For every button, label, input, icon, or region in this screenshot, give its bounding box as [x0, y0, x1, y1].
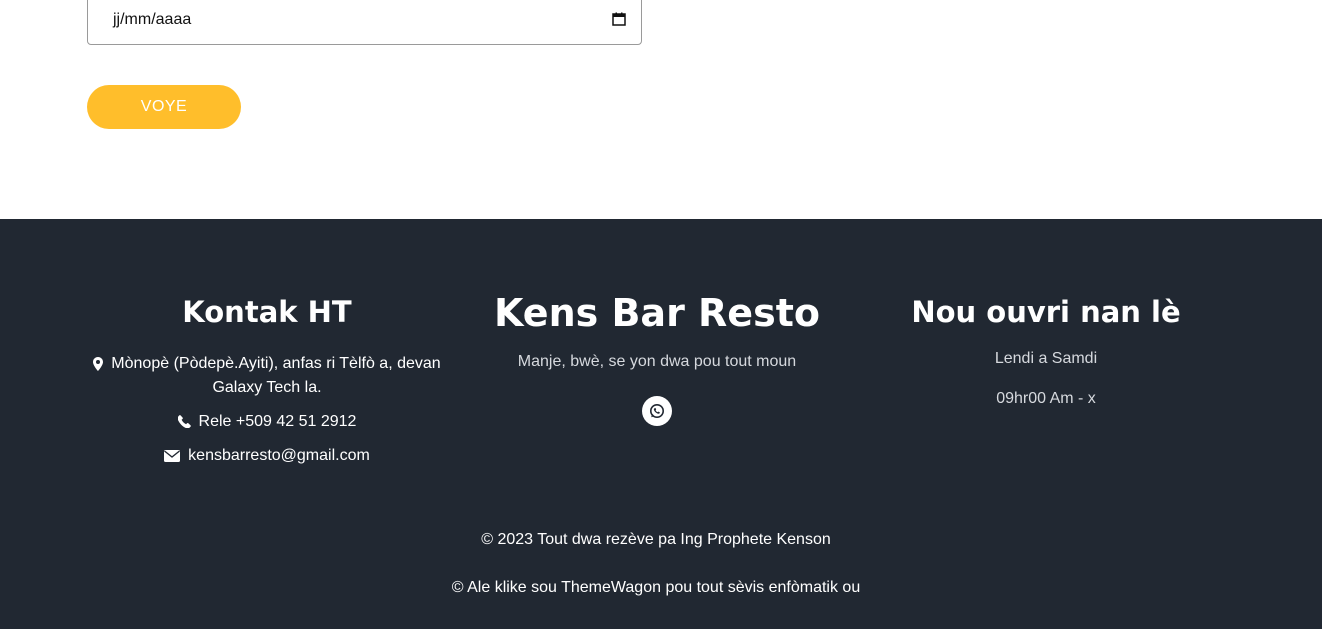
hours-title: Nou ouvri nan lè [911, 295, 1181, 329]
map-marker-icon [93, 356, 104, 371]
date-input-value: jj/mm/aaaa [113, 11, 192, 28]
credit-text[interactable]: © Ale klike sou ThemeWagon pou tout sèvi… [0, 579, 1312, 597]
contact-email-text[interactable]: kensbarresto@gmail.com [188, 447, 370, 464]
brand-title: Kens Bar Resto [494, 291, 820, 335]
send-button[interactable]: VOYE [87, 85, 241, 129]
brand-tagline: Manje, bwè, se yon dwa pou tout moun [517, 353, 797, 370]
contact-phone: Rele +509 42 51 2912 [87, 410, 447, 434]
contact-address: Mònopè (Pòdepè.Ayiti), anfas ri Tèlfò a,… [87, 352, 447, 400]
phone-icon [177, 415, 191, 429]
whatsapp-button[interactable] [642, 396, 672, 426]
hours-time: 09hr00 Am - x [996, 390, 1096, 407]
reservation-form-area: jj/mm/aaaa VOYE [0, 0, 1322, 219]
copyright-text: © 2023 Tout dwa rezève pa Ing Prophete K… [481, 531, 831, 548]
whatsapp-icon [650, 404, 664, 418]
hours-days: Lendi a Samdi [994, 350, 1098, 367]
contact-title: Kontak HT [182, 295, 352, 329]
calendar-icon[interactable] [612, 12, 626, 26]
contact-email: kensbarresto@gmail.com [87, 444, 447, 468]
envelope-icon [164, 449, 181, 462]
contact-phone-text: Rele +509 42 51 2912 [198, 413, 357, 430]
date-input[interactable]: jj/mm/aaaa [87, 0, 642, 45]
contact-address-text: Mònopè (Pòdepè.Ayiti), anfas ri Tèlfò a,… [111, 355, 441, 396]
site-footer: Kontak HT Mònopè (Pòdepè.Ayiti), anfas r… [0, 219, 1322, 629]
